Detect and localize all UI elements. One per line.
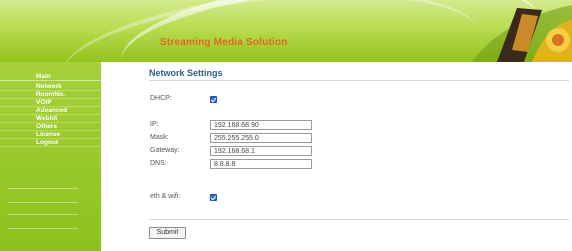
sidebar-divider [8,228,78,229]
eth-wifi-checkbox[interactable] [210,194,217,201]
gateway-label: Gateway: [150,147,180,154]
dhcp-label: DHCP: [150,95,172,102]
sidebar-item-network[interactable]: Network [0,83,101,91]
sidebar-nav: Main Network RoomNo. VOIP Advanced Webki… [0,73,101,147]
sidebar-item-main[interactable]: Main [0,73,101,81]
eth-wifi-label: eth & wifi: [150,193,181,200]
mask-field[interactable] [210,133,312,143]
banner-art-icon [472,5,572,62]
sidebar-item-voip[interactable]: VOIP [0,99,101,107]
sidebar-item-logout[interactable]: Logout [0,139,101,147]
sidebar-item-roomno[interactable]: RoomNo. [0,91,101,99]
dns-field[interactable] [210,159,312,169]
main-content: Network Settings DHCP: IP: Mask: Gateway… [101,62,572,251]
title-divider [149,80,569,81]
ip-label: IP: [150,121,159,128]
banner-title: Streaming Media Solution [160,37,288,48]
header-banner: Streaming Media Solution [0,0,572,62]
sidebar-item-webkit[interactable]: Webkit [0,115,101,123]
sidebar-divider [8,214,78,215]
sidebar-divider [8,188,78,189]
sidebar-item-others[interactable]: Others [0,123,101,131]
page-title: Network Settings [149,68,223,78]
banner-wave-decoration [54,0,486,62]
dhcp-checkbox[interactable] [210,96,217,103]
submit-button[interactable]: Submit [149,227,186,239]
form-divider [149,219,569,220]
ip-field[interactable] [210,120,312,130]
sidebar-item-advanced[interactable]: Advanced [0,107,101,115]
sidebar-item-license[interactable]: License [0,131,101,139]
dns-label: DNS: [150,160,167,167]
gateway-field[interactable] [210,146,312,156]
sidebar-divider [8,202,78,203]
sidebar: Main Network RoomNo. VOIP Advanced Webki… [0,62,101,251]
mask-label: Mask: [150,134,169,141]
